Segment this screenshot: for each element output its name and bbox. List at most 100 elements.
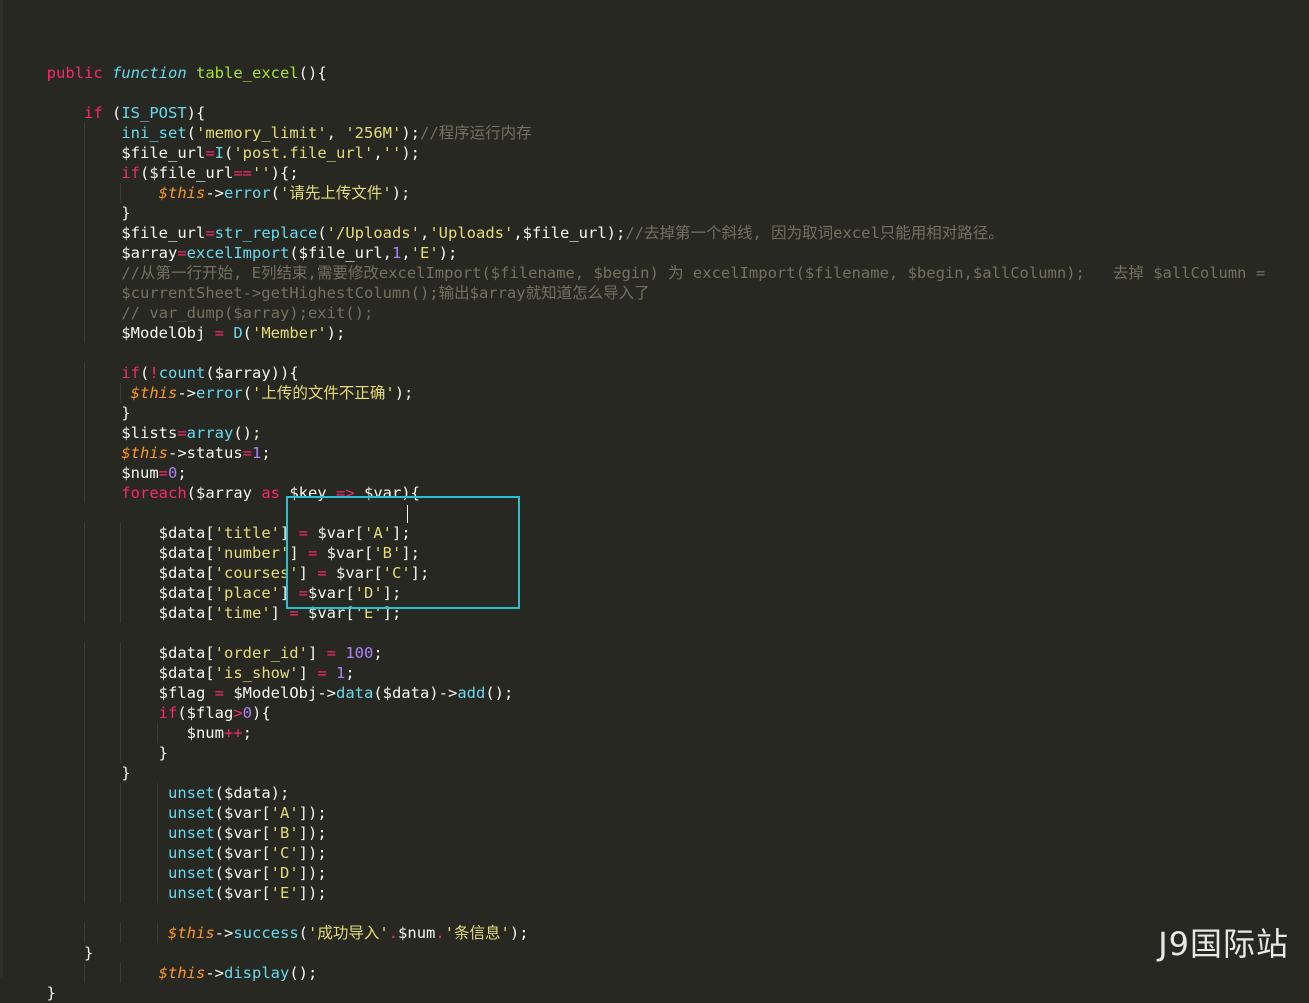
code-line[interactable]: if (IS_POST){: [0, 103, 1309, 123]
code-line[interactable]: }: [0, 743, 1309, 763]
code-line[interactable]: public function table_excel(){: [0, 63, 1309, 83]
code-line[interactable]: $data['place'] =$var['D'];: [0, 583, 1309, 603]
code-line[interactable]: $flag = $ModelObj->data($data)->add();: [0, 683, 1309, 703]
code-token: IS_POST: [121, 104, 187, 122]
line-padding: [0, 64, 47, 82]
code-line[interactable]: unset($var['B']);: [0, 823, 1309, 843]
code-token: success: [233, 924, 299, 942]
code-token: ++: [223, 724, 243, 742]
code-line[interactable]: $this->success('成功导入'.$num.'条信息');: [0, 923, 1309, 943]
indent-guide: [120, 183, 121, 203]
code-token: .: [388, 924, 399, 942]
code-line[interactable]: unset($var['C']);: [0, 843, 1309, 863]
indent-guide: [84, 543, 85, 563]
code-token: $this: [168, 924, 215, 942]
code-line[interactable]: }: [0, 203, 1309, 223]
code-token: 1: [391, 244, 402, 262]
code-line[interactable]: $data['is_show'] = 1;: [0, 663, 1309, 683]
code-token: );: [391, 184, 411, 202]
code-token: }: [46, 764, 131, 782]
code-line[interactable]: foreach($array as $key => $var){: [0, 483, 1309, 503]
code-line[interactable]: $this->error('上传的文件不正确');: [0, 383, 1309, 403]
code-line[interactable]: }: [0, 983, 1309, 1003]
line-padding: [0, 364, 47, 382]
code-token: (){: [298, 64, 327, 82]
code-line[interactable]: $data['number'] = $var['B'];: [0, 543, 1309, 563]
code-line[interactable]: $data['title'] = $var['A'];: [0, 523, 1309, 543]
code-token: );: [509, 924, 529, 942]
code-line[interactable]: [0, 343, 1309, 363]
code-line[interactable]: }: [0, 403, 1309, 423]
code-token: ]);: [298, 804, 327, 822]
code-line[interactable]: unset($var['A']);: [0, 803, 1309, 823]
code-line[interactable]: $data['courses'] = $var['C'];: [0, 563, 1309, 583]
code-token: function: [112, 64, 196, 82]
code-token: ($var[: [214, 844, 271, 862]
code-token: ->status: [168, 444, 243, 462]
indent-guide: [157, 803, 158, 823]
code-line[interactable]: [0, 503, 1309, 523]
code-token: $data[: [46, 664, 215, 682]
code-line[interactable]: $file_url=str_replace('/Uploads','Upload…: [0, 223, 1309, 243]
code-line[interactable]: unset($var['D']);: [0, 863, 1309, 883]
code-line[interactable]: //从第一行开始, E列结束,需要修改excelImport($filename…: [0, 263, 1309, 283]
code-line[interactable]: $ModelObj = D('Member');: [0, 323, 1309, 343]
code-line[interactable]: [0, 903, 1309, 923]
indent-guide: [84, 323, 85, 343]
code-token: (: [242, 384, 253, 402]
code-line[interactable]: $file_url=I('post.file_url','');: [0, 143, 1309, 163]
code-token: $num: [46, 464, 159, 482]
code-line[interactable]: unset($var['E']);: [0, 883, 1309, 903]
indent-guide: [84, 963, 85, 983]
code-token: ]);: [298, 864, 327, 882]
code-line[interactable]: // var_dump($array);exit();: [0, 303, 1309, 323]
code-line[interactable]: }: [0, 763, 1309, 783]
indent-guide: [120, 923, 121, 943]
line-padding: [0, 384, 47, 402]
code-line[interactable]: $array=excelImport($file_url,1,'E');: [0, 243, 1309, 263]
code-line[interactable]: }: [0, 943, 1309, 963]
code-line[interactable]: [0, 623, 1309, 643]
indent-guide: [157, 863, 158, 883]
code-token: $data[: [46, 544, 215, 562]
code-line[interactable]: $data['order_id'] = 100;: [0, 643, 1309, 663]
code-line[interactable]: $data['time'] = $var['E'];: [0, 603, 1309, 623]
code-line[interactable]: [0, 43, 1309, 63]
code-token: ($data)->: [373, 684, 458, 702]
code-token: ];: [410, 564, 430, 582]
code-area[interactable]: public function table_excel(){ if (IS_PO…: [0, 43, 1309, 1003]
code-line[interactable]: if(!count($array)){: [0, 363, 1309, 383]
code-editor[interactable]: public function table_excel(){ if (IS_PO…: [0, 0, 1309, 1002]
code-line[interactable]: unset($data);: [0, 783, 1309, 803]
code-token: '/Uploads': [326, 224, 420, 242]
line-padding: [0, 324, 47, 342]
code-line[interactable]: $lists=array();: [0, 423, 1309, 443]
indent-guide: [120, 743, 121, 763]
indent-guide: [84, 383, 85, 403]
indent-guide: [84, 363, 85, 383]
code-line[interactable]: ini_set('memory_limit', '256M');//程序运行内存: [0, 123, 1309, 143]
code-line[interactable]: $this->display();: [0, 963, 1309, 983]
code-token: (: [242, 324, 253, 342]
code-token: );: [401, 124, 420, 142]
code-token: 'memory_limit': [196, 124, 327, 142]
code-token: if: [84, 104, 112, 122]
code-token: unset: [168, 864, 215, 882]
code-token: ,$file_url);: [513, 224, 626, 242]
code-token: =: [289, 604, 308, 622]
code-token: ;: [177, 464, 187, 482]
code-line[interactable]: if($flag>0){: [0, 703, 1309, 723]
indent-guide: [84, 523, 85, 543]
code-line[interactable]: $num=0;: [0, 463, 1309, 483]
code-token: ->: [177, 384, 197, 402]
code-token: 'place': [214, 584, 280, 602]
indent-guide: [120, 603, 121, 623]
code-line[interactable]: $this->status=1;: [0, 443, 1309, 463]
code-line[interactable]: $currentSheet->getHighestColumn();输出$arr…: [0, 283, 1309, 303]
code-line[interactable]: if($file_url==''){;: [0, 163, 1309, 183]
code-line[interactable]: $num++;: [0, 723, 1309, 743]
code-line[interactable]: $this->error('请先上传文件');: [0, 183, 1309, 203]
code-line[interactable]: [0, 83, 1309, 103]
code-token: ];: [382, 584, 402, 602]
